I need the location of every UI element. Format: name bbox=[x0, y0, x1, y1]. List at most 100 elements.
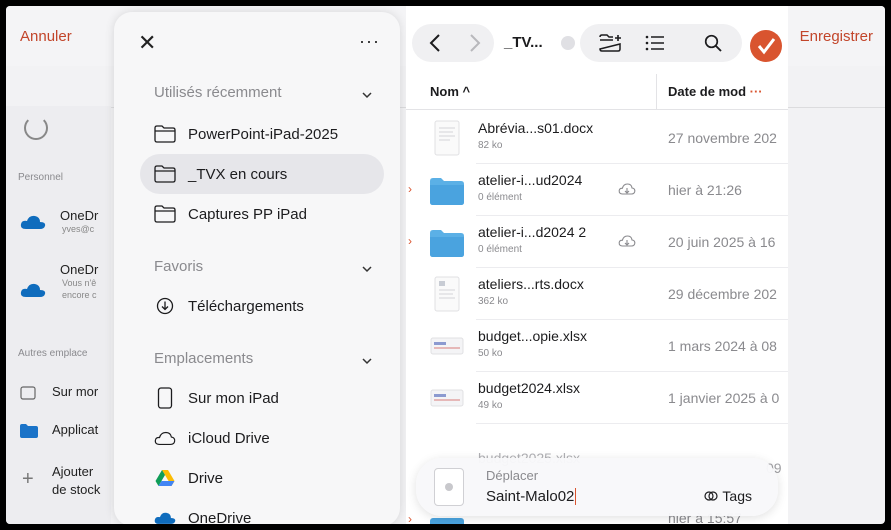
cancel-button[interactable]: Annuler bbox=[20, 28, 72, 45]
document-thumbnail bbox=[434, 468, 464, 506]
folder-icon bbox=[430, 518, 464, 524]
add-icon: + bbox=[22, 468, 34, 490]
file-date: 27 novembre 202 bbox=[668, 130, 777, 146]
other-locations-title: Autres emplace bbox=[18, 348, 88, 359]
file-row[interactable]: Abrévia...s01.docx 82 ko 27 novembre 202 bbox=[406, 112, 788, 164]
location-item-ipad[interactable]: Sur mon iPad bbox=[140, 378, 384, 418]
filename-field[interactable]: Saint-Malo02 bbox=[486, 488, 577, 505]
file-date: 1 mars 2024 à 08 bbox=[668, 338, 777, 354]
search-button[interactable] bbox=[698, 28, 728, 58]
location-item-icloud[interactable]: iCloud Drive bbox=[140, 418, 384, 458]
save-bar: Déplacer Saint-Malo02 Tags bbox=[416, 458, 778, 516]
docx-file-icon bbox=[434, 120, 460, 156]
title-menu-icon[interactable] bbox=[561, 36, 575, 50]
chevron-down-icon[interactable] bbox=[362, 356, 372, 366]
recent-item-label: _TVX en cours bbox=[188, 165, 288, 183]
move-label[interactable]: Déplacer bbox=[486, 468, 538, 483]
docx-file-icon bbox=[434, 276, 460, 312]
ipad-icon bbox=[20, 386, 36, 400]
column-more-icon[interactable]: ··· bbox=[750, 84, 763, 99]
folder-outline-icon bbox=[154, 165, 176, 183]
new-folder-icon bbox=[599, 34, 621, 52]
favorites-section-title[interactable]: Favoris bbox=[154, 258, 203, 275]
avatar[interactable] bbox=[750, 30, 782, 62]
disclosure-chevron-icon[interactable]: › bbox=[408, 234, 412, 248]
tags-button[interactable]: Tags bbox=[704, 488, 752, 504]
file-date: hier à 21:26 bbox=[668, 182, 742, 198]
back-button[interactable] bbox=[420, 28, 450, 58]
list-icon bbox=[645, 35, 664, 51]
toolbar: _TV... bbox=[406, 12, 788, 66]
cloud-download-icon[interactable] bbox=[618, 234, 636, 248]
background-sidebar: Personnel OneDr yves@c OneDr Vous n'ê en… bbox=[6, 106, 111, 524]
forward-button[interactable] bbox=[460, 28, 490, 58]
file-size: 82 ko bbox=[478, 140, 503, 151]
onedrive-item-1-sub: yves@c bbox=[62, 224, 95, 234]
list-view-button[interactable] bbox=[640, 28, 670, 58]
file-size: 50 ko bbox=[478, 348, 503, 359]
chevron-down-icon[interactable] bbox=[362, 90, 372, 100]
recent-section-title[interactable]: Utilisés récemment bbox=[154, 84, 282, 101]
folder-icon bbox=[20, 424, 38, 438]
download-circle-icon bbox=[154, 297, 176, 315]
file-size: 362 ko bbox=[478, 296, 509, 307]
onedrive-cloud-icon bbox=[20, 215, 46, 229]
onedrive-cloud-icon bbox=[154, 509, 176, 524]
xlsx-file-icon bbox=[430, 337, 464, 355]
new-folder-button[interactable] bbox=[596, 28, 626, 58]
chevron-right-icon bbox=[470, 34, 481, 52]
file-date: 1 janvier 2025 à 0 bbox=[668, 390, 780, 406]
folder-title[interactable]: _TV... bbox=[504, 34, 543, 51]
folder-row[interactable]: › atelier-i...d2024 2 0 élément 20 juin … bbox=[406, 216, 788, 268]
file-row[interactable]: ateliers...rts.docx 362 ko 29 décembre 2… bbox=[406, 268, 788, 320]
locations-section-title[interactable]: Emplacements bbox=[154, 350, 253, 367]
disclosure-chevron-icon[interactable]: › bbox=[408, 512, 412, 524]
folder-row[interactable]: › atelier-i...ud2024 0 élément hier à 21… bbox=[406, 164, 788, 216]
onedrive-cloud-icon bbox=[20, 283, 46, 297]
ipad-icon bbox=[154, 387, 176, 409]
file-date: 29 décembre 202 bbox=[668, 286, 777, 302]
file-name: budget...opie.xlsx bbox=[478, 328, 587, 344]
location-item-label: Drive bbox=[188, 469, 224, 487]
recent-item-label: PowerPoint-iPad-2025 bbox=[188, 125, 339, 143]
file-size: 0 élément bbox=[478, 192, 522, 203]
name-column-header[interactable]: Nom ^ bbox=[430, 84, 470, 99]
disclosure-chevron-icon[interactable]: › bbox=[408, 182, 412, 196]
file-row[interactable]: budget2024.xlsx 49 ko 1 janvier 2025 à 0 bbox=[406, 372, 788, 424]
file-name: atelier-i...ud2024 bbox=[478, 172, 583, 188]
file-name: Abrévia...s01.docx bbox=[478, 120, 594, 136]
icloud-icon bbox=[154, 429, 176, 447]
save-button[interactable]: Enregistrer bbox=[800, 28, 873, 45]
location-item-onedrive[interactable]: OneDrive bbox=[140, 498, 384, 524]
cloud-download-icon[interactable] bbox=[618, 182, 636, 196]
close-icon[interactable]: ✕ bbox=[138, 32, 160, 54]
file-row[interactable]: budget...opie.xlsx 50 ko 1 mars 2024 à 0… bbox=[406, 320, 788, 372]
recent-item-powerpoint[interactable]: PowerPoint-iPad-2025 bbox=[140, 114, 384, 154]
file-browser: _TV... Nom ^ Date de mod ··· Abrévia...s… bbox=[406, 6, 788, 524]
tags-icon bbox=[704, 491, 719, 501]
recent-item-tvx[interactable]: _TVX en cours bbox=[140, 154, 384, 194]
favorite-item-label: Téléchargements bbox=[188, 297, 304, 315]
file-name: budget2024.xlsx bbox=[478, 380, 580, 396]
folder-icon bbox=[430, 230, 464, 257]
xlsx-file-icon bbox=[430, 389, 464, 407]
folder-outline-icon bbox=[154, 205, 176, 223]
file-name: ateliers...rts.docx bbox=[478, 276, 584, 292]
favorite-item-downloads[interactable]: Téléchargements bbox=[140, 286, 384, 326]
location-item-label: iCloud Drive bbox=[188, 429, 270, 447]
recent-item-captures[interactable]: Captures PP iPad bbox=[140, 194, 384, 234]
chevron-left-icon bbox=[429, 34, 440, 52]
chevron-down-icon[interactable] bbox=[362, 264, 372, 274]
search-icon bbox=[704, 34, 722, 52]
screen: Annuler Enregistrer Personnel OneDr yves… bbox=[6, 6, 885, 524]
location-item-drive[interactable]: Drive bbox=[140, 458, 384, 498]
folder-outline-icon bbox=[154, 125, 176, 143]
folder-icon bbox=[430, 178, 464, 205]
date-column-header[interactable]: Date de mod ··· bbox=[668, 84, 763, 99]
sort-up-icon: ^ bbox=[462, 84, 471, 99]
location-item-label: OneDrive bbox=[188, 509, 252, 525]
tags-label: Tags bbox=[722, 488, 752, 504]
file-date: 20 juin 2025 à 16 bbox=[668, 234, 776, 250]
more-icon[interactable]: ··· bbox=[359, 32, 380, 50]
onedrive-item-2-sub1: Vous n'ê bbox=[62, 278, 97, 288]
